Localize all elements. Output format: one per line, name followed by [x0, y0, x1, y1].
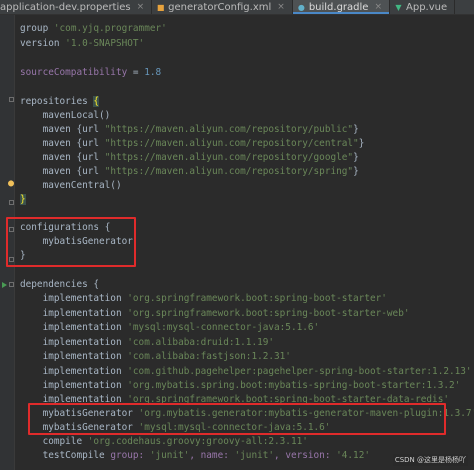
- code-line: implementation 'org.springframework.boot…: [42, 308, 410, 319]
- code-line: dependencies {: [20, 279, 100, 290]
- tab-label: build.gradle: [308, 1, 369, 13]
- run-gutter-icon[interactable]: [2, 282, 7, 288]
- code-line: compile 'org.codehaus.groovy:groovy-all:…: [42, 436, 308, 447]
- lightbulb-icon[interactable]: ●: [8, 178, 14, 189]
- close-icon[interactable]: ×: [374, 2, 382, 12]
- code-line: implementation 'org.springframework.boot…: [42, 293, 387, 304]
- code-line: maven {url "https://maven.aliyun.com/rep…: [42, 124, 359, 135]
- tab-app-vue[interactable]: ▼ App.vue: [390, 0, 456, 14]
- code-line: testCompile group: 'junit', name: 'junit…: [42, 450, 370, 461]
- xml-file-icon: ■: [156, 2, 165, 12]
- gradle-file-icon: ●: [297, 2, 305, 12]
- code-line: implementation 'com.alibaba:druid:1.1.19…: [42, 337, 275, 348]
- close-icon[interactable]: ×: [277, 2, 285, 12]
- tab-label: App.vue: [406, 1, 448, 13]
- editor-tab-bar: application-dev.properties × ■ generator…: [0, 0, 474, 15]
- code-line: implementation 'org.mybatis.spring.boot:…: [42, 380, 461, 391]
- code-line: repositories {: [20, 96, 100, 107]
- code-line: group 'com.yjq.programmer': [20, 23, 167, 34]
- tab-application-dev-properties[interactable]: application-dev.properties ×: [0, 0, 153, 14]
- watermark: CSDN @这里是杨杨吖: [392, 454, 468, 466]
- fold-marker-icon[interactable]: [9, 282, 14, 287]
- annotation-box-configurations: [6, 217, 136, 267]
- vue-file-icon: ▼: [395, 2, 402, 12]
- code-line: implementation 'com.alibaba:fastjson:1.2…: [42, 351, 291, 362]
- code-line: mavenCentral(): [42, 180, 122, 191]
- tab-build-gradle[interactable]: ● build.gradle ×: [292, 0, 390, 14]
- tab-label: application-dev.properties: [0, 1, 131, 13]
- fold-marker-icon[interactable]: [9, 97, 14, 102]
- code-line: }: [20, 194, 26, 205]
- code-line: version '1.0-SNAPSHOT': [20, 38, 145, 49]
- annotation-box-mybatis-generator-deps: [28, 403, 446, 435]
- code-line: maven {url "https://maven.aliyun.com/rep…: [42, 166, 359, 177]
- tab-label: generatorConfig.xml: [168, 1, 272, 13]
- code-line: implementation 'com.github.pagehelper:pa…: [42, 366, 472, 377]
- code-line: mavenLocal(): [42, 110, 111, 121]
- code-line: implementation 'mysql:mysql-connector-ja…: [42, 322, 320, 333]
- fold-marker-icon[interactable]: [9, 200, 14, 205]
- tab-generator-config-xml[interactable]: ■ generatorConfig.xml ×: [152, 0, 293, 14]
- close-icon[interactable]: ×: [137, 2, 145, 12]
- code-line: maven {url "https://maven.aliyun.com/rep…: [42, 152, 359, 163]
- code-line: maven {url "https://maven.aliyun.com/rep…: [42, 138, 365, 149]
- code-line: sourceCompatibility = 1.8: [20, 67, 162, 78]
